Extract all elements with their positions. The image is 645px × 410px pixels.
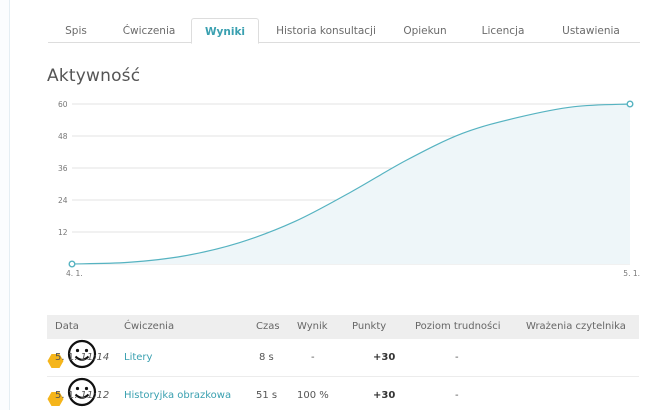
y-tick-label: 12 [58,228,68,237]
row-result: - [311,352,315,363]
data-point [68,260,76,268]
exercise-link[interactable]: Historyjka obrazkowa [124,377,231,410]
table-row: 5. 1. 11:12 Historyjka obrazkowa 51 s 10… [47,377,639,410]
row-date: 5. 1. 11:12 [55,390,110,401]
row-difficulty: - [455,352,459,363]
row-date: 5. 1. 11:14 [55,352,110,363]
y-tick-label: 60 [58,100,68,109]
column-header-points[interactable]: Punkty [352,315,386,339]
row-difficulty: - [455,390,459,401]
chart-area-fill [72,104,630,264]
table-row: 5. 1. 11:14 Litery 8 s - +30 - [47,339,639,377]
data-point [626,100,634,108]
row-clock: 11:14 [80,352,110,363]
y-tick-label: 48 [58,132,68,141]
row-points: +30 [373,352,396,363]
y-tick-label: 36 [58,164,68,173]
results-table: Data Ćwiczenia Czas Wynik Punkty Poziom … [47,315,639,410]
row-points: +30 [373,390,396,401]
row-clock: 11:12 [80,390,110,401]
row-time: 51 s [256,390,278,401]
tab-wyniki[interactable]: Wyniki [191,18,259,44]
column-header-result[interactable]: Wynik [297,315,328,339]
exercise-link[interactable]: Litery [124,339,152,377]
x-tick-label: 5. 1. [623,269,640,278]
column-header-difficulty[interactable]: Poziom trudności [415,315,501,339]
tab-spis[interactable]: Spis [56,18,96,43]
y-tick-label: 24 [58,196,68,205]
column-header-exercise[interactable]: Ćwiczenia [124,315,174,339]
tab-licencja[interactable]: Licencja [476,18,530,43]
row-time: 8 s [259,352,274,363]
tab-bar: Spis Ćwiczenia Wyniki Historia konsultac… [48,18,640,44]
tab-historia-konsultacji[interactable]: Historia konsultacji [268,18,384,43]
tab-cwiczenia[interactable]: Ćwiczenia [114,18,184,43]
x-tick-label: 4. 1. [66,269,83,278]
column-header-time[interactable]: Czas [256,315,280,339]
column-header-impressions[interactable]: Wrażenia czytelnika [526,315,626,339]
tab-opiekun[interactable]: Opiekun [398,18,452,43]
table-header: Data Ćwiczenia Czas Wynik Punkty Poziom … [47,315,639,339]
section-title: Aktywność [47,66,141,86]
row-result: 100 % [297,390,329,401]
column-header-date[interactable]: Data [55,315,79,339]
activity-chart: 12 24 36 48 60 4. 1. 5. 1. [58,100,640,278]
tab-ustawienia[interactable]: Ustawienia [551,18,631,43]
